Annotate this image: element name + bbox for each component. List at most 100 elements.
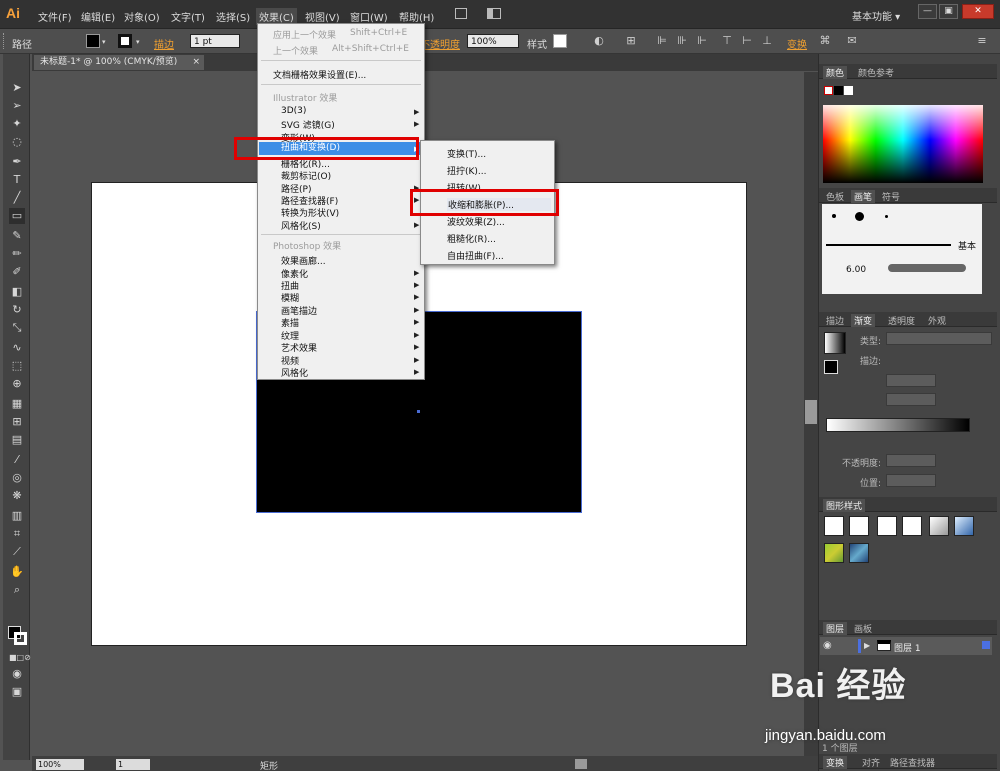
menu-select[interactable]: 选择(S) (216, 9, 250, 24)
perspective-grid-tool-icon[interactable]: ▦ (9, 396, 25, 412)
expand-triangle-icon[interactable]: ▶ (864, 641, 870, 650)
align-selection-icon[interactable]: ⊞ (624, 35, 638, 47)
effect-stylize-item[interactable]: 风格化(S) (281, 219, 321, 232)
transform-item[interactable]: 变换(T)... (447, 147, 486, 160)
tab-swatches[interactable]: 色板 (823, 190, 847, 203)
color-spectrum[interactable] (823, 105, 983, 183)
tab-stroke[interactable]: 描边 (823, 314, 847, 327)
chevron-down-icon[interactable]: ▾ (136, 38, 140, 46)
align-center-icon[interactable]: ⊪ (675, 35, 689, 47)
panel-menu-icon[interactable]: ≡ (975, 35, 989, 47)
gradient-tool-icon[interactable]: ▤ (9, 432, 25, 448)
gradient-location-field[interactable] (886, 474, 936, 487)
effect-3d-item[interactable]: 3D(3) (281, 106, 306, 116)
stroke-label[interactable]: 描边 (154, 36, 174, 51)
screen-mode-icon[interactable]: ▣ (9, 684, 25, 700)
free-transform-tool-icon[interactable]: ⬚ (9, 358, 25, 374)
align-middle-icon[interactable]: ⊢ (740, 35, 754, 47)
basic-brush-stroke[interactable] (826, 244, 951, 246)
graphic-style-plain[interactable] (877, 516, 897, 536)
opacity-field[interactable]: 100% (467, 34, 519, 48)
pucker-twist-item[interactable]: 扭拧(K)... (447, 164, 487, 177)
mesh-tool-icon[interactable]: ⊞ (9, 414, 25, 430)
zoom-field[interactable]: 100% (36, 759, 84, 770)
fill-color-icon[interactable] (824, 360, 838, 374)
align-right-icon[interactable]: ⊩ (695, 35, 709, 47)
document-tab[interactable]: 未标题-1* @ 100% (CMYK/预览) × (34, 55, 204, 70)
tab-transform[interactable]: 变换 (823, 756, 848, 769)
warp-tool-icon[interactable]: ∿ (9, 340, 25, 356)
effect-gallery-item[interactable]: 效果画廊... (281, 254, 326, 267)
graphic-style-blue-gloss[interactable] (954, 516, 974, 536)
vertical-scrollbar-thumb[interactable] (805, 400, 817, 424)
selection-tool-icon[interactable]: ➤ (9, 80, 25, 96)
pen-tool-icon[interactable]: ✒ (9, 154, 25, 170)
menu-help[interactable]: 帮助(H) (399, 9, 434, 24)
paintbrush-tool-icon[interactable]: ✎ (9, 228, 25, 244)
close-button[interactable]: ✕ (962, 4, 994, 19)
gradient-opacity-field[interactable] (886, 454, 936, 467)
tab-graphic-styles[interactable]: 图形样式 (823, 499, 866, 512)
opacity-label[interactable]: 不透明度 (420, 36, 460, 51)
tab-transparency[interactable]: 透明度 (885, 314, 918, 327)
tab-appearance[interactable]: 外观 (925, 314, 949, 327)
eraser-tool-icon[interactable]: ◧ (9, 284, 25, 300)
menu-type[interactable]: 文字(T) (171, 9, 205, 24)
align-top-icon[interactable]: ⊤ (720, 35, 734, 47)
menu-object[interactable]: 对象(O) (124, 9, 160, 24)
pencil-tool-icon[interactable]: ✏ (9, 246, 25, 262)
effect-artistic-item[interactable]: 艺术效果 (281, 341, 317, 354)
artboard-number-field[interactable]: 1 (116, 759, 150, 770)
tab-layers[interactable]: 图层 (823, 622, 848, 635)
stroke-color-icon[interactable] (14, 632, 27, 645)
fill-swatch[interactable] (86, 34, 100, 48)
scale-tool-icon[interactable]: ⤡ (9, 320, 25, 336)
gradient-aspect-field[interactable] (886, 393, 936, 406)
graphic-style-shadow[interactable] (902, 516, 922, 536)
align-bottom-icon[interactable]: ⊥ (760, 35, 774, 47)
roughen-item[interactable]: 粗糙化(R)... (447, 232, 496, 245)
type-tool-icon[interactable]: T (9, 172, 25, 188)
brush-dot-tiny[interactable] (885, 215, 888, 218)
shape-builder-tool-icon[interactable]: ⊕ (9, 376, 25, 392)
isolate-icon[interactable]: ⌘ (818, 35, 832, 47)
effect-crop-marks-item[interactable]: 裁剪标记(O) (281, 169, 331, 182)
magic-wand-tool-icon[interactable]: ✦ (9, 116, 25, 132)
effect-blur-item[interactable]: 模糊 (281, 291, 299, 304)
close-tab-icon[interactable]: × (192, 55, 200, 70)
zoom-tool-icon[interactable]: ⌕ (9, 582, 25, 598)
effect-svg-filters-item[interactable]: SVG 滤镜(G) (281, 118, 335, 131)
tab-symbols[interactable]: 符号 (879, 190, 903, 203)
effect-convert-to-shape-item[interactable]: 转换为形状(V) (281, 206, 339, 219)
graphic-style-default[interactable] (824, 516, 844, 536)
graphic-style-blue-texture[interactable] (849, 543, 869, 563)
status-text[interactable]: 矩形 (260, 759, 278, 771)
chevron-down-icon[interactable]: ▾ (102, 38, 106, 46)
graphic-style-bevel[interactable] (929, 516, 949, 536)
horizontal-scrollbar-thumb[interactable] (575, 759, 587, 769)
hand-tool-icon[interactable]: ✋ (9, 564, 25, 580)
bridge-icon[interactable] (455, 8, 467, 19)
envelope-icon[interactable]: ✉ (845, 35, 859, 47)
tab-brushes[interactable]: 画笔 (851, 190, 876, 203)
blend-tool-icon[interactable]: ◎ (9, 470, 25, 486)
style-swatch[interactable] (553, 34, 567, 48)
restore-button[interactable]: ▣ (939, 4, 958, 19)
chalk-brush-stroke[interactable] (888, 264, 966, 272)
apply-last-effect-item[interactable]: 应用上一个效果 (273, 28, 336, 41)
effect-ps-stylize-item[interactable]: 风格化 (281, 366, 308, 379)
color-mode-icon[interactable]: ■□⊘ (9, 650, 31, 666)
minimize-button[interactable]: — (918, 4, 937, 19)
free-distort-item[interactable]: 自由扭曲(F)... (447, 249, 504, 262)
gradient-type-select[interactable] (886, 332, 992, 345)
stroke-swatch[interactable] (118, 34, 132, 48)
arrange-documents-icon[interactable] (487, 8, 501, 19)
graphic-style-green-texture[interactable] (824, 543, 844, 563)
gradient-thumbnail[interactable] (824, 332, 846, 354)
menu-window[interactable]: 窗口(W) (350, 9, 388, 24)
menu-view[interactable]: 视图(V) (305, 9, 340, 24)
tab-color-guide[interactable]: 颜色参考 (855, 66, 897, 79)
brush-dot-small[interactable] (832, 214, 836, 218)
gradient-angle-field[interactable] (886, 374, 936, 387)
menu-file[interactable]: 文件(F) (38, 9, 72, 24)
